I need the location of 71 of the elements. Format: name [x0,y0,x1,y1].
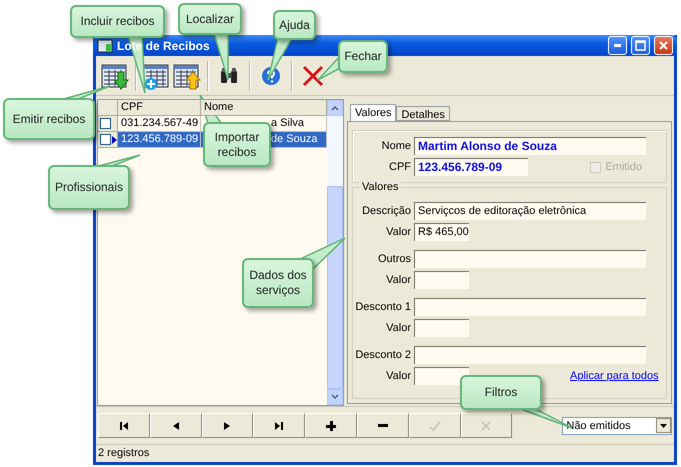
amount-field[interactable] [414,271,469,290]
field-label: CPF [388,161,411,174]
description-field[interactable] [414,298,646,316]
filter-dropdown[interactable]: Não emitidos [562,416,672,435]
navigator-button[interactable] [305,413,357,438]
amount-field[interactable] [414,319,469,338]
callout-pointer [214,33,228,80]
close-icon[interactable] [301,64,325,88]
field-label: Valor [385,370,411,382]
scrollbar[interactable] [327,100,343,406]
amount-field[interactable] [414,367,469,386]
navigator-button[interactable] [356,413,409,438]
dropdown-arrow-icon [660,424,667,428]
table-cell: 123.456.789-09 [118,132,201,148]
apply-all-link[interactable]: Aplicar para todos [570,370,659,382]
checkmark-icon [428,420,441,431]
table-cell: 031.234.567-49 [118,116,201,132]
form-add-icon[interactable] [143,62,171,90]
tab[interactable]: Detalhes [396,106,450,122]
callout: Localizar [178,3,242,35]
plus-icon [326,420,336,431]
description-field[interactable] [414,250,646,268]
field-label: Desconto 2 [354,349,411,362]
callout: Profissionais [48,165,130,210]
row-checkbox[interactable] [100,134,111,146]
navigator-button[interactable] [98,413,150,438]
scroll-thumb[interactable] [327,186,343,390]
close-button[interactable] [654,36,673,56]
group-title: Valores [359,181,402,194]
report-upload-icon[interactable] [173,62,201,90]
description-field[interactable]: Serviçcos de editoração eletrônica [414,202,646,220]
callout: Fechar [338,40,388,73]
cpf-field[interactable]: 123.456.789-09 [414,158,528,176]
callout: Filtros [460,375,542,410]
callout: Incluir recibos [70,5,165,38]
minus-icon [378,424,388,428]
report-download-icon[interactable] [101,62,129,90]
app-icon [97,38,113,53]
previous-icon [172,422,179,430]
maximize-icon [635,40,646,52]
maximize-button[interactable] [631,36,650,56]
name-field[interactable]: Martim Alonso de Souza [414,137,646,156]
next-icon [224,422,230,430]
field-label: Valor [385,322,411,334]
field-label: Nome [380,140,411,152]
field-label: Outros [376,253,411,266]
tab[interactable]: Valores [350,104,396,122]
field-label: Desconto 1 [354,301,411,314]
callout: Dados dos serviços [242,258,314,308]
status-bar: 2 registros [96,444,674,462]
field-label: Descrição [361,205,411,218]
row-checkbox[interactable] [100,118,111,130]
callout: Importar recibos [203,122,271,167]
checkbox-label: Emitido [605,161,642,174]
last-record-icon [275,422,284,430]
amount-field[interactable]: R$ 465,00 [414,223,469,242]
description-field[interactable] [414,346,646,364]
minimize-button[interactable] [608,36,627,56]
scroll-down-icon[interactable] [331,394,339,400]
field-label: Valor [385,226,411,238]
cancel-icon [481,420,492,431]
column-header[interactable]: Nome [201,100,327,116]
column-header[interactable]: CPF [118,100,201,116]
callout: Ajuda [273,10,316,40]
navigator-button[interactable] [253,413,306,438]
minimize-icon [614,44,621,48]
field-label: Valor [385,274,411,286]
first-record-icon [120,422,128,430]
callout: Emitir recibos [3,98,95,140]
close-icon [658,40,669,52]
scroll-up-icon[interactable] [331,105,339,112]
